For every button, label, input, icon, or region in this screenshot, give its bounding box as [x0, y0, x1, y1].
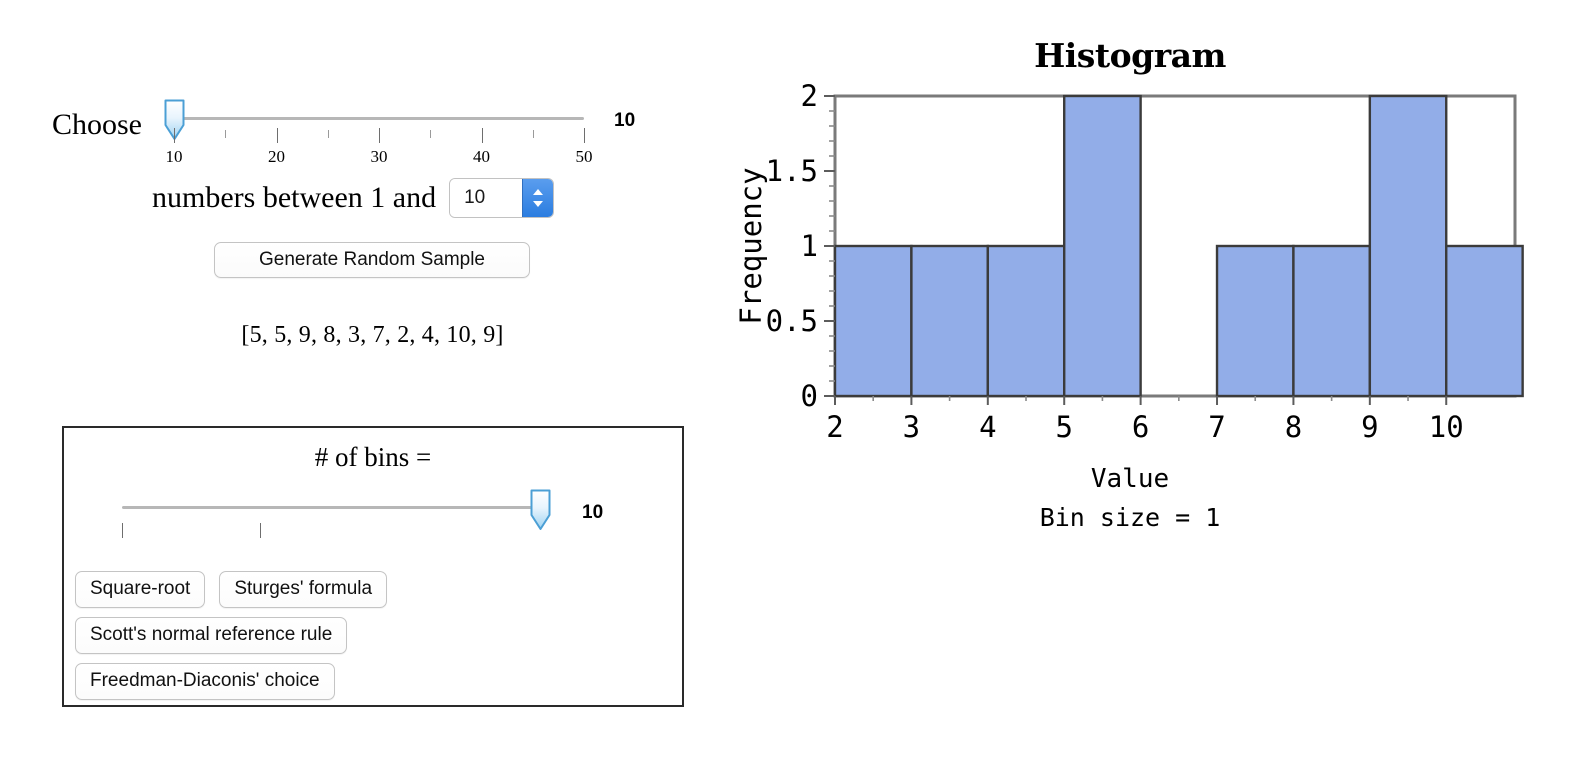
slider-tick-labels: 10 20 30 40 50 — [156, 147, 593, 169]
stepper-arrows-button[interactable] — [522, 179, 554, 217]
bins-slider-track[interactable] — [122, 506, 540, 509]
histogram-bar — [1368, 94, 1448, 398]
slider-tick-label: 50 — [575, 147, 593, 166]
controls-panel: Choose 10 20 30 40 50 10 numbers between… — [0, 0, 720, 768]
histogram-svg: 0 0.5 1 1.5 2 2 3 4 5 6 7 8 9 10 Frequency — [734, 79, 1524, 444]
x-axis-tick-label: 5 — [1055, 410, 1072, 444]
slider-tick-major — [584, 128, 585, 143]
slider-tick-label: 30 — [370, 147, 388, 166]
bin-rule-buttons: Square-root Sturges' formula Scott's norma… — [75, 571, 675, 709]
bins-title: # of bins = — [314, 442, 432, 472]
slider-tick-minor — [225, 130, 227, 138]
histogram-bar — [1292, 244, 1372, 398]
bin-rule-button[interactable]: Freedman-Diaconis' choice — [75, 663, 335, 700]
x-axis-tick-label: 3 — [903, 410, 920, 444]
y-axis-tick-label: 2 — [801, 79, 818, 113]
histogram-bar — [833, 244, 913, 398]
sample-size-value: 10 — [614, 110, 636, 131]
chevron-up-down-icon — [533, 189, 544, 207]
slider-tick-label: 40 — [473, 147, 490, 166]
bin-rule-button[interactable]: Square-root — [75, 571, 206, 608]
bins-slider-tick — [122, 523, 123, 538]
sample-size-slider[interactable] — [156, 96, 584, 140]
bins-slider-tick — [259, 523, 261, 538]
y-axis-tick-label: 1 — [801, 229, 818, 263]
slider-tick-label: 10 — [165, 147, 183, 166]
generate-random-sample-button[interactable]: Generate Random Sample — [214, 242, 530, 278]
x-axis-tick-label: 7 — [1208, 410, 1225, 444]
slider-tick-minor — [430, 130, 432, 138]
slider-tick-major — [379, 128, 380, 143]
slider-tick-major — [481, 128, 483, 143]
bins-slider-tick-marks — [122, 523, 546, 539]
histogram-bar — [910, 244, 990, 398]
bin-size-caption: Bin size = 1 — [1039, 503, 1221, 532]
max-value-stepper[interactable]: 10 — [449, 178, 555, 218]
bin-rule-button[interactable]: Sturges' formula — [219, 571, 388, 608]
sample-size-row: Choose 10 20 30 40 50 10 — [52, 96, 635, 169]
bins-value: 10 — [582, 502, 604, 523]
x-axis-tick-label: 6 — [1132, 410, 1149, 444]
x-axis-tick-label: 4 — [979, 410, 996, 444]
sample-size-slider-wrap: 10 20 30 40 50 10 — [156, 96, 635, 169]
chart-title: Histogram — [1034, 36, 1226, 75]
bin-rule-row: Scott's normal reference rule — [75, 617, 675, 654]
slider-tick-label: 20 — [268, 147, 285, 166]
histogram-panel: Histogram 0 0.5 1 1.5 2 2 3 4 5 6 7 8 9 10 Frequency V… — [734, 0, 1592, 768]
x-axis-tick-label: 8 — [1285, 410, 1302, 444]
bins-slider[interactable] — [122, 486, 551, 530]
x-axis-tick-label: 9 — [1361, 410, 1378, 444]
max-value-input[interactable]: 10 — [450, 179, 523, 217]
x-axis-title: Value — [1090, 464, 1170, 494]
max-value-row: numbers between 1 and 10 — [152, 178, 555, 218]
x-axis-tick-label: 10 — [1429, 410, 1464, 444]
bin-rule-row: Freedman-Diaconis' choice — [75, 663, 675, 700]
x-axis-tick-label: 2 — [826, 410, 843, 444]
histogram-bar — [1215, 244, 1295, 398]
between-label: numbers between 1 and — [152, 181, 437, 214]
bins-panel: # of bins = 10 Square-root Sturges' formu… — [62, 426, 684, 707]
bin-rule-row: Square-root Sturges' formula — [75, 571, 675, 608]
slider-tick-major — [174, 128, 175, 143]
y-axis-tick-label: 0.5 — [766, 304, 818, 338]
slider-tick-marks — [156, 128, 585, 144]
histogram-bar — [1445, 244, 1524, 398]
histogram-plot: 0 0.5 1 1.5 2 2 3 4 5 6 7 8 9 10 Frequency — [734, 78, 1525, 463]
histogram-bar — [1063, 94, 1142, 398]
y-axis-title: Frequency — [735, 167, 768, 324]
slider-track[interactable] — [174, 117, 584, 120]
y-axis-tick-label: 0 — [801, 379, 818, 413]
slider-tick-major — [276, 128, 278, 143]
slider-tick-minor — [327, 130, 329, 138]
bin-rule-button[interactable]: Scott's normal reference rule — [75, 617, 348, 654]
y-axis-tick-label: 1.5 — [766, 154, 818, 188]
histogram-bar — [986, 244, 1066, 398]
choose-label: Choose — [52, 108, 142, 141]
sample-array-display: [5, 5, 9, 8, 3, 7, 2, 4, 10, 9] — [241, 322, 504, 348]
slider-tick-minor — [532, 130, 534, 138]
